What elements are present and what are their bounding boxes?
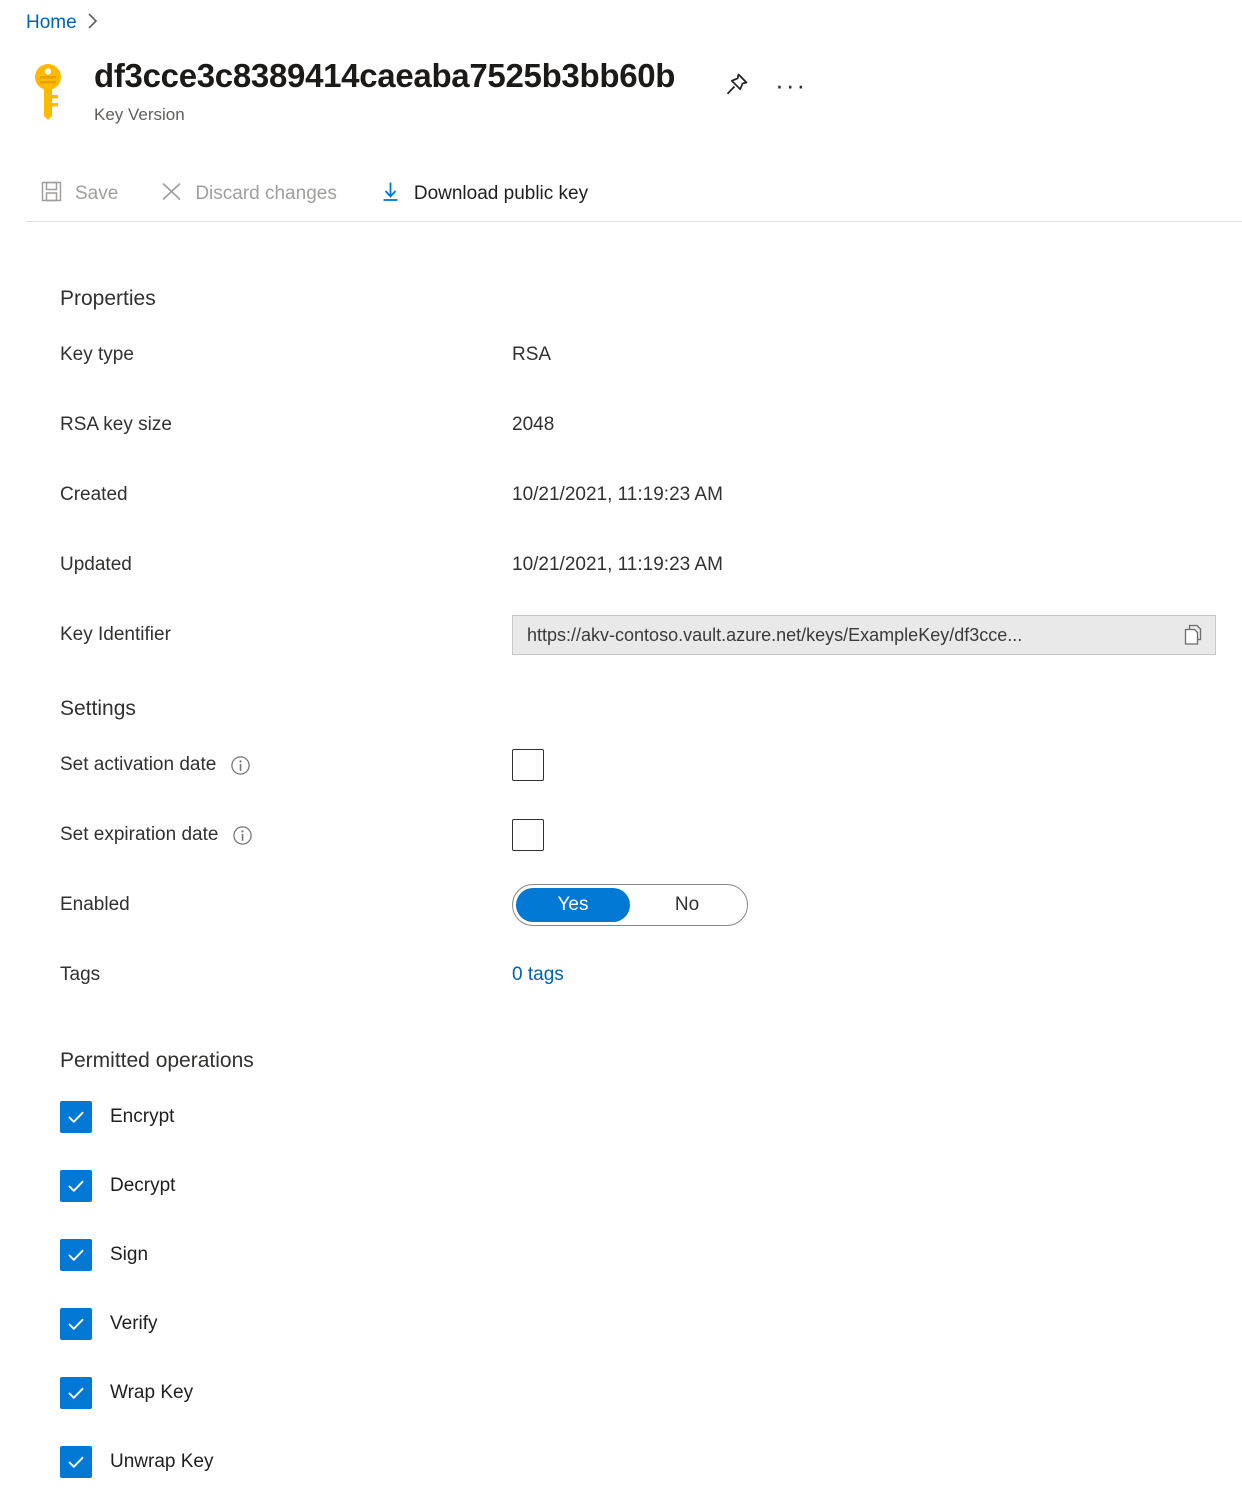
- set-activation-date-text: Set activation date: [60, 754, 216, 776]
- download-public-key-label: Download public key: [414, 183, 588, 205]
- copy-icon[interactable]: [1179, 621, 1207, 649]
- save-icon: [40, 180, 63, 209]
- page-title: df3cce3c8389414caeaba7525b3bb60b: [94, 58, 675, 95]
- field-updated: Updated 10/21/2021, 11:19:23 AM: [0, 530, 1242, 600]
- permitted-operation-sign: Sign: [0, 1220, 1242, 1289]
- pin-icon[interactable]: [723, 72, 749, 98]
- field-enabled: Enabled Yes No: [0, 870, 1242, 940]
- updated-label: Updated: [60, 554, 512, 576]
- created-value: 10/21/2021, 11:19:23 AM: [512, 484, 723, 506]
- tags-value-wrap: 0 tags: [512, 964, 564, 986]
- breadcrumb-home-link[interactable]: Home: [26, 12, 77, 34]
- permitted-operation-wrap-key: Wrap Key: [0, 1358, 1242, 1427]
- verify-checkbox[interactable]: [60, 1308, 92, 1340]
- key-identifier-text: https://akv-contoso.vault.azure.net/keys…: [527, 625, 1179, 646]
- key-type-value: RSA: [512, 344, 551, 366]
- rsa-key-size-value: 2048: [512, 414, 554, 436]
- tags-label: Tags: [60, 964, 512, 986]
- key-icon: [26, 58, 70, 126]
- encrypt-checkbox[interactable]: [60, 1101, 92, 1133]
- wrap-key-checkbox[interactable]: [60, 1377, 92, 1409]
- title-actions: ···: [723, 58, 807, 98]
- set-expiration-date-checkbox[interactable]: [512, 819, 544, 851]
- sign-label: Sign: [110, 1244, 148, 1266]
- set-expiration-date-label: Set expiration date: [60, 824, 512, 846]
- decrypt-checkbox[interactable]: [60, 1170, 92, 1202]
- settings-heading: Settings: [60, 688, 1242, 730]
- set-activation-date-label: Set activation date: [60, 754, 512, 776]
- permitted-operations-heading: Permitted operations: [60, 1040, 1242, 1082]
- rsa-key-size-label: RSA key size: [60, 414, 512, 436]
- tags-link[interactable]: 0 tags: [512, 964, 564, 986]
- set-expiration-date-text: Set expiration date: [60, 824, 218, 846]
- main-content: Properties Key type RSA RSA key size 204…: [0, 240, 1242, 1496]
- info-icon[interactable]: [230, 755, 251, 776]
- command-bar-divider: [26, 221, 1242, 222]
- download-icon: [379, 180, 402, 209]
- enabled-label: Enabled: [60, 894, 512, 916]
- permitted-operation-unwrap-key: Unwrap Key: [0, 1427, 1242, 1496]
- wrap-key-label: Wrap Key: [110, 1382, 193, 1404]
- close-icon: [160, 180, 183, 209]
- enabled-toggle-no[interactable]: No: [630, 888, 744, 922]
- updated-value: 10/21/2021, 11:19:23 AM: [512, 554, 723, 576]
- enabled-toggle[interactable]: Yes No: [512, 884, 748, 926]
- info-icon[interactable]: [232, 825, 253, 846]
- page-header: df3cce3c8389414caeaba7525b3bb60b Key Ver…: [26, 58, 807, 126]
- field-rsa-key-size: RSA key size 2048: [0, 390, 1242, 460]
- key-type-label: Key type: [60, 344, 512, 366]
- properties-heading: Properties: [60, 278, 1242, 320]
- enabled-toggle-yes[interactable]: Yes: [516, 888, 630, 922]
- breadcrumb: Home: [26, 12, 98, 34]
- field-set-expiration-date: Set expiration date: [0, 800, 1242, 870]
- field-key-identifier: Key Identifier https://akv-contoso.vault…: [0, 600, 1242, 670]
- unwrap-key-checkbox[interactable]: [60, 1446, 92, 1478]
- discard-changes-button[interactable]: Discard changes: [146, 174, 355, 215]
- permitted-operation-decrypt: Decrypt: [0, 1151, 1242, 1220]
- set-activation-date-value: [512, 749, 544, 781]
- field-key-type: Key type RSA: [0, 320, 1242, 390]
- enabled-value: Yes No: [512, 884, 748, 926]
- key-identifier-input[interactable]: https://akv-contoso.vault.azure.net/keys…: [512, 615, 1216, 655]
- set-expiration-date-value: [512, 819, 544, 851]
- unwrap-key-label: Unwrap Key: [110, 1451, 214, 1473]
- permitted-operation-verify: Verify: [0, 1289, 1242, 1358]
- key-identifier-label: Key Identifier: [60, 624, 512, 646]
- set-activation-date-checkbox[interactable]: [512, 749, 544, 781]
- download-public-key-button[interactable]: Download public key: [365, 174, 606, 215]
- field-tags: Tags 0 tags: [0, 940, 1242, 1010]
- encrypt-label: Encrypt: [110, 1106, 174, 1128]
- save-label: Save: [75, 183, 118, 205]
- ellipsis-icon[interactable]: ···: [775, 79, 807, 92]
- save-button[interactable]: Save: [26, 174, 136, 215]
- sign-checkbox[interactable]: [60, 1239, 92, 1271]
- field-created: Created 10/21/2021, 11:19:23 AM: [0, 460, 1242, 530]
- permitted-operation-encrypt: Encrypt: [0, 1082, 1242, 1151]
- chevron-right-icon: [87, 13, 98, 33]
- decrypt-label: Decrypt: [110, 1175, 175, 1197]
- page-subtitle: Key Version: [94, 105, 675, 125]
- key-identifier-value-wrap: https://akv-contoso.vault.azure.net/keys…: [512, 615, 1216, 655]
- discard-changes-label: Discard changes: [195, 183, 337, 205]
- field-set-activation-date: Set activation date: [0, 730, 1242, 800]
- verify-label: Verify: [110, 1313, 158, 1335]
- command-bar: Save Discard changes Download public key: [26, 168, 1242, 220]
- created-label: Created: [60, 484, 512, 506]
